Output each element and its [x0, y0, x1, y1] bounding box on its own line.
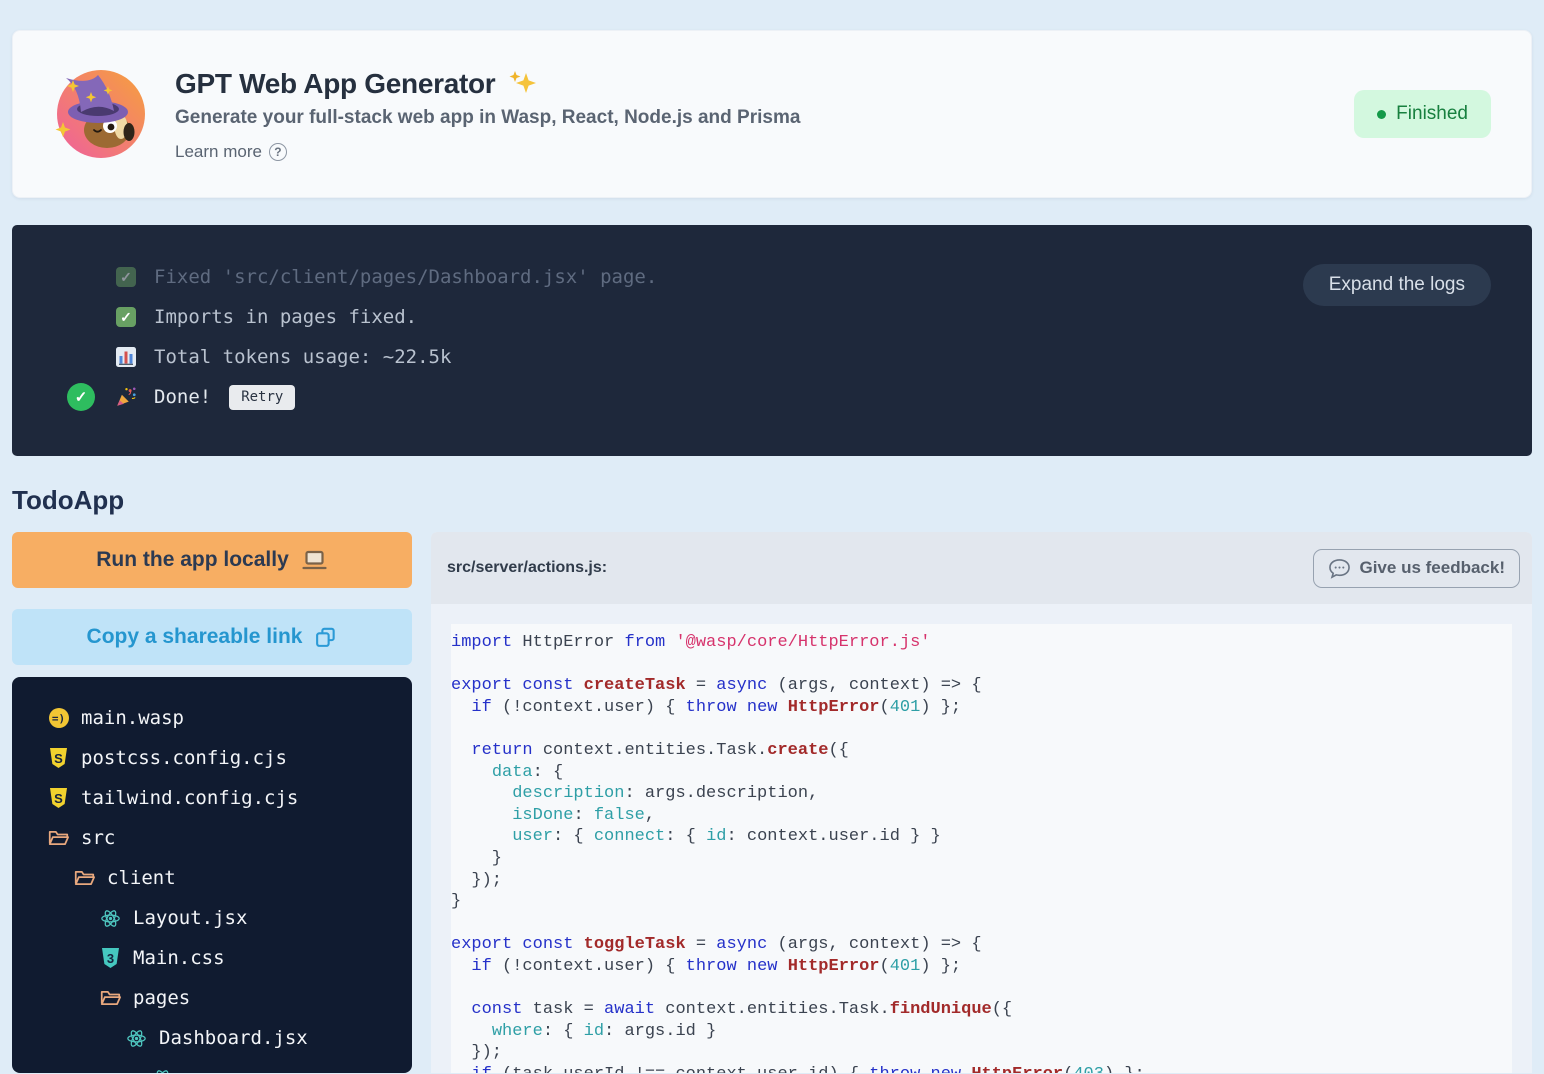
code-line: isDone: false,	[451, 805, 1512, 827]
run-app-locally-label: Run the app locally	[96, 548, 289, 572]
log-line-text: Imports in pages fixed.	[154, 306, 417, 328]
speech-bubble-icon	[1328, 558, 1351, 579]
file-tree-item-label: Layout.jsx	[133, 907, 247, 929]
folder-file-icon	[100, 989, 121, 1007]
file-tree-item-src[interactable]: src	[48, 818, 404, 858]
file-tree-item-label: pages	[133, 987, 190, 1009]
css-file-icon: 3	[100, 948, 121, 968]
app-name-heading: TodoApp	[12, 484, 1532, 516]
react-file-icon	[126, 1029, 147, 1048]
give-feedback-button[interactable]: Give us feedback!	[1313, 549, 1520, 588]
success-check-circle-icon: ✓	[67, 383, 95, 411]
learn-more-link[interactable]: Learn more ?	[175, 142, 287, 162]
check-emoji-icon: ✓	[115, 307, 137, 327]
expand-logs-button[interactable]: Expand the logs	[1303, 264, 1491, 306]
file-tree-item-label: client	[107, 867, 176, 889]
left-column: Run the app locally Copy a shareable lin…	[12, 532, 412, 1073]
js-file-icon: S	[48, 748, 69, 768]
party-popper-emoji-icon	[115, 385, 137, 409]
code-line: });	[451, 1042, 1512, 1064]
code-line	[451, 718, 1512, 740]
code-line: const task = await context.entities.Task…	[451, 999, 1512, 1021]
code-viewer-header: src/server/actions.js: Give us feedback!	[431, 532, 1532, 604]
folder-file-icon	[48, 829, 69, 847]
file-tree-item-tailwind-config-cjs[interactable]: Stailwind.config.cjs	[48, 778, 404, 818]
code-line: }	[451, 848, 1512, 870]
bar-chart-emoji-icon	[115, 347, 137, 367]
code-line: return context.entities.Task.create({	[451, 740, 1512, 762]
code-line	[451, 654, 1512, 676]
file-tree-panel: =)main.waspSpostcss.config.cjsStailwind.…	[12, 677, 412, 1073]
log-line: ✓ Imports in pages fixed.	[12, 297, 1532, 337]
code-line: });	[451, 870, 1512, 892]
page-subtitle: Generate your full-stack web app in Wasp…	[175, 107, 1354, 129]
status-badge-label: Finished	[1396, 103, 1468, 125]
file-tree-item-label: src	[81, 827, 115, 849]
code-line: if (!context.user) { throw new HttpError…	[451, 697, 1512, 719]
status-badge: Finished	[1354, 90, 1491, 138]
code-line: user: { connect: { id: context.user.id }…	[451, 826, 1512, 848]
folder-file-icon	[74, 869, 95, 887]
laptop-icon	[301, 549, 328, 572]
main-columns: Run the app locally Copy a shareable lin…	[12, 532, 1532, 1073]
code-filename: src/server/actions.js:	[447, 559, 607, 577]
code-line	[451, 978, 1512, 1000]
code-line: export const createTask = async (args, c…	[451, 675, 1512, 697]
code-line: data: {	[451, 762, 1512, 784]
wasp-file-icon: =)	[48, 708, 69, 728]
learn-more-label: Learn more	[175, 142, 262, 162]
page: GPT Web App Generator Generate your full…	[0, 30, 1544, 1073]
file-tree-item-main-css[interactable]: 3 Main.css	[48, 938, 404, 978]
copy-shareable-link-button[interactable]: Copy a shareable link	[12, 609, 412, 665]
log-line: ✓ Done! Retry	[12, 377, 1532, 417]
copy-shareable-link-label: Copy a shareable link	[87, 625, 303, 649]
code-line	[451, 913, 1512, 935]
code-line: where: { id: args.id }	[451, 1021, 1512, 1043]
code-line: description: args.description,	[451, 783, 1512, 805]
code-viewer-panel: src/server/actions.js: Give us feedback!…	[431, 532, 1532, 1073]
status-slot-empty	[67, 303, 95, 331]
file-tree-item-main-wasp[interactable]: =) main.wasp	[48, 698, 404, 738]
question-mark-icon: ?	[269, 143, 287, 161]
status-dot-icon	[1377, 110, 1386, 119]
code-line: import HttpError from '@wasp/core/HttpEr…	[451, 632, 1512, 654]
js-file-icon: S	[48, 788, 69, 808]
log-line-text: Done!	[154, 386, 211, 408]
react-file-icon	[100, 909, 121, 928]
file-tree-item-pages[interactable]: pages	[48, 978, 404, 1018]
code-line: export const toggleTask = async (args, c…	[451, 934, 1512, 956]
file-tree-item-client[interactable]: client	[48, 858, 404, 898]
check-emoji-icon: ✓	[115, 267, 137, 287]
code-line: if (task.userId !== context.user.id) { t…	[451, 1064, 1512, 1073]
app-header-card: GPT Web App Generator Generate your full…	[12, 30, 1532, 198]
code-line: }	[451, 891, 1512, 913]
log-line-text: Fixed 'src/client/pages/Dashboard.jsx' p…	[154, 266, 657, 288]
file-tree-item[interactable]	[48, 1058, 404, 1073]
log-line: Total tokens usage: ~22.5k	[12, 337, 1532, 377]
wizard-mascot-avatar	[53, 66, 149, 162]
retry-button[interactable]: Retry	[229, 385, 295, 410]
file-tree-item-label: main.wasp	[81, 707, 184, 729]
copy-icon	[314, 626, 337, 649]
file-tree-item-label: Dashboard.jsx	[159, 1027, 308, 1049]
give-feedback-label: Give us feedback!	[1359, 558, 1505, 578]
status-slot-empty	[67, 263, 95, 291]
code-line: if (!context.user) { throw new HttpError…	[451, 956, 1512, 978]
log-line-text: Total tokens usage: ~22.5k	[154, 346, 451, 368]
react-file-icon	[152, 1069, 173, 1074]
sparkles-icon	[505, 67, 539, 101]
file-tree-item-postcss-config-cjs[interactable]: Spostcss.config.cjs	[48, 738, 404, 778]
generation-log-panel: ✓ Fixed 'src/client/pages/Dashboard.jsx' …	[12, 225, 1532, 456]
code-block: import HttpError from '@wasp/core/HttpEr…	[451, 624, 1512, 1073]
status-slot-empty	[67, 343, 95, 371]
file-tree-item-label: tailwind.config.cjs	[81, 787, 298, 809]
header-info: GPT Web App Generator Generate your full…	[175, 67, 1354, 162]
file-tree-item-label: postcss.config.cjs	[81, 747, 287, 769]
file-tree-item-label: Main.css	[133, 947, 225, 969]
run-app-locally-button[interactable]: Run the app locally	[12, 532, 412, 588]
page-title: GPT Web App Generator	[175, 68, 495, 100]
code-scroll-area[interactable]: import HttpError from '@wasp/core/HttpEr…	[431, 604, 1532, 1073]
file-tree-item-layout-jsx[interactable]: Layout.jsx	[48, 898, 404, 938]
file-tree-item-dashboard-jsx[interactable]: Dashboard.jsx	[48, 1018, 404, 1058]
